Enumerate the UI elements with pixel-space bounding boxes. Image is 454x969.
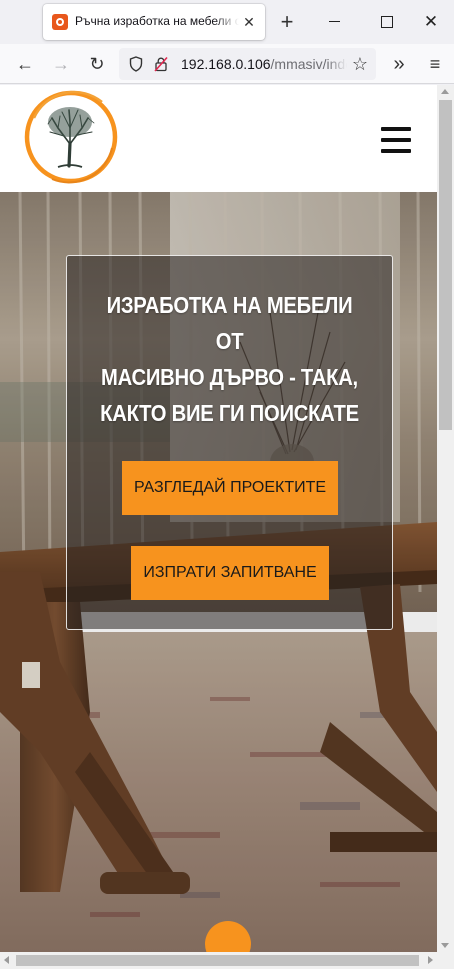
- reload-button[interactable]: ↻: [84, 51, 110, 77]
- xampp-favicon-icon: [52, 14, 68, 30]
- hero-callout-box: ИЗРАБОТКА НА МЕБЕЛИ ОТ МАСИВНО ДЪРВО - Т…: [66, 255, 393, 630]
- page-viewport: ИЗРАБОТКА НА МЕБЕЛИ ОТ МАСИВНО ДЪРВО - Т…: [0, 85, 437, 952]
- navigation-toolbar: ← → ↻ 192.168.0.106/mmasiv/index.php ☆ »…: [0, 44, 454, 84]
- back-button[interactable]: ←: [12, 51, 38, 77]
- minimize-button[interactable]: [322, 10, 348, 34]
- hero-title-line: КАКТО ВИЕ ГИ ПОИСКАТЕ: [100, 400, 359, 426]
- scroll-left-arrow-icon[interactable]: [4, 956, 9, 964]
- tree-in-circle-logo[interactable]: [22, 88, 120, 186]
- hero-title-line: МАСИВНО ДЪРВО - ТАКА,: [101, 364, 358, 390]
- horizontal-scrollbar[interactable]: [0, 952, 437, 969]
- scroll-down-arrow-icon[interactable]: [441, 943, 449, 948]
- site-header: [0, 85, 437, 192]
- bookmark-star-icon[interactable]: ☆: [350, 54, 370, 74]
- vertical-scrollbar[interactable]: [437, 85, 454, 952]
- toolbar-overflow-button[interactable]: »: [386, 51, 412, 77]
- send-inquiry-button[interactable]: ИЗПРАТИ ЗАПИТВАНЕ: [131, 546, 329, 600]
- hamburger-bar: [381, 149, 411, 153]
- window-close-button[interactable]: ✕: [418, 10, 444, 34]
- url-text[interactable]: 192.168.0.106/mmasiv/index.php: [181, 56, 347, 72]
- hamburger-icon[interactable]: [381, 127, 411, 153]
- url-path: /mmasiv/index.php: [270, 56, 347, 72]
- address-bar[interactable]: 192.168.0.106/mmasiv/index.php ☆: [119, 48, 376, 80]
- forward-button[interactable]: →: [48, 51, 74, 77]
- new-tab-button[interactable]: +: [273, 8, 301, 36]
- app-menu-button[interactable]: ≡: [422, 51, 448, 77]
- hero-title-line: ИЗРАБОТКА НА МЕБЕЛИ ОТ: [106, 292, 353, 354]
- scroll-right-arrow-icon[interactable]: [428, 956, 433, 964]
- url-host: 192.168.0.106: [181, 56, 271, 72]
- maximize-button[interactable]: [373, 10, 399, 34]
- scrollbar-corner: [437, 952, 454, 969]
- hamburger-bar: [381, 127, 411, 131]
- view-projects-button[interactable]: РАЗГЛЕДАЙ ПРОЕКТИТЕ: [122, 461, 338, 515]
- insecure-lock-icon[interactable]: [153, 56, 169, 72]
- hero-title: ИЗРАБОТКА НА МЕБЕЛИ ОТ МАСИВНО ДЪРВО - Т…: [95, 287, 363, 431]
- hero-section: ИЗРАБОТКА НА МЕБЕЛИ ОТ МАСИВНО ДЪРВО - Т…: [0, 192, 437, 952]
- tab-strip: Ръчна изработка на мебели от масивно дър…: [0, 0, 454, 44]
- horizontal-scroll-thumb[interactable]: [16, 955, 419, 966]
- scroll-up-arrow-icon[interactable]: [441, 89, 449, 94]
- hamburger-bar: [381, 138, 411, 142]
- tab-title: Ръчна изработка на мебели от масивно дър…: [75, 14, 239, 28]
- tab-close-icon[interactable]: ✕: [241, 14, 257, 30]
- vertical-scroll-thumb[interactable]: [439, 100, 452, 430]
- browser-tab[interactable]: Ръчна изработка на мебели от масивно дър…: [43, 4, 265, 40]
- tracking-shield-icon[interactable]: [129, 56, 143, 72]
